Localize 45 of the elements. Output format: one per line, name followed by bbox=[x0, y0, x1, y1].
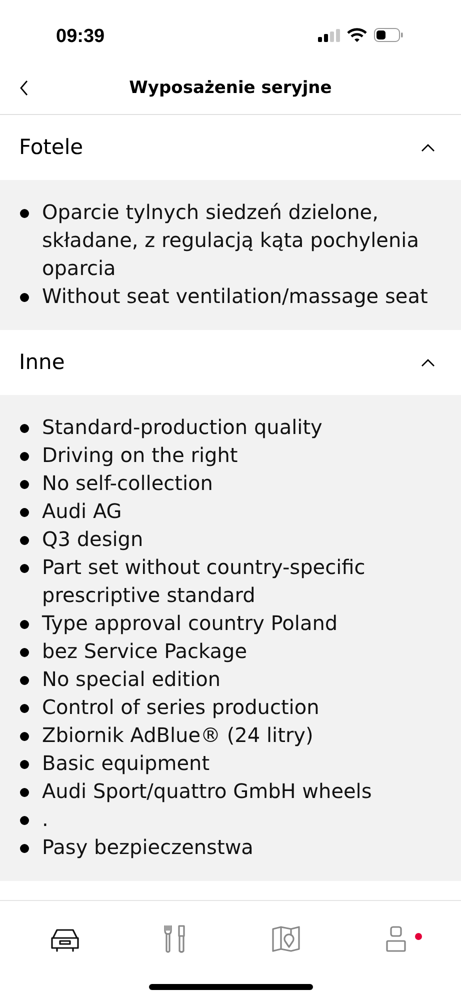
list-item: Audi Sport/quattro GmbH wheels bbox=[42, 778, 372, 805]
list-item: No special edition bbox=[42, 666, 221, 693]
signal-icon bbox=[318, 28, 340, 42]
bullet-icon bbox=[20, 480, 29, 489]
list-item: Part set without country-specific prescriptive standard bbox=[42, 554, 366, 609]
bullet-icon bbox=[20, 704, 29, 713]
list-item: Oparcie tylnych siedzeń dzielone, składane, z regulacją kąta pochylenia oparcia bbox=[42, 199, 420, 282]
car-icon bbox=[49, 926, 82, 952]
chevron-up-icon bbox=[421, 144, 435, 152]
bullet-icon bbox=[20, 648, 29, 657]
list-item: Audi AG bbox=[42, 498, 122, 525]
list-item: No self-collection bbox=[42, 470, 213, 497]
bullet-icon bbox=[20, 508, 29, 517]
bullet-icon bbox=[20, 676, 29, 685]
page-title: Wyposażenie seryjne bbox=[129, 77, 332, 100]
list-item: Type approval country Poland bbox=[42, 610, 338, 637]
bullet-icon bbox=[20, 536, 29, 545]
list-item: Driving on the right bbox=[42, 442, 238, 469]
list-item: Basic equipment bbox=[42, 750, 210, 777]
bullet-icon bbox=[20, 844, 29, 853]
bullet-icon bbox=[20, 816, 29, 825]
profile-icon bbox=[386, 926, 406, 952]
bullet-icon bbox=[20, 424, 29, 433]
bullet-icon bbox=[20, 293, 29, 302]
bullet-icon bbox=[20, 564, 29, 573]
bullet-icon bbox=[20, 788, 29, 797]
bullet-icon bbox=[20, 452, 29, 461]
status-time: 09:39 bbox=[56, 24, 105, 49]
list-item: Control of series production bbox=[42, 694, 320, 721]
list-item: Standard-production quality bbox=[42, 414, 322, 441]
bullet-icon bbox=[20, 732, 29, 741]
wifi-icon bbox=[347, 28, 367, 42]
list-item: Zbiornik AdBlue® (24 litry) bbox=[42, 722, 314, 749]
list-item: . bbox=[42, 806, 48, 833]
list-item: Pasy bezpieczenstwa bbox=[42, 834, 254, 861]
back-icon bbox=[19, 80, 29, 96]
list-item: Q3 design bbox=[42, 526, 144, 553]
map-icon bbox=[270, 925, 301, 953]
bullet-icon bbox=[20, 209, 29, 218]
bullet-icon bbox=[20, 620, 29, 629]
chevron-up-icon bbox=[421, 358, 435, 366]
battery-icon bbox=[374, 28, 403, 42]
bullet-icon bbox=[20, 760, 29, 769]
list-item: Without seat ventilation/massage seat bbox=[42, 283, 428, 310]
list-item: bez Service Package bbox=[42, 638, 248, 665]
